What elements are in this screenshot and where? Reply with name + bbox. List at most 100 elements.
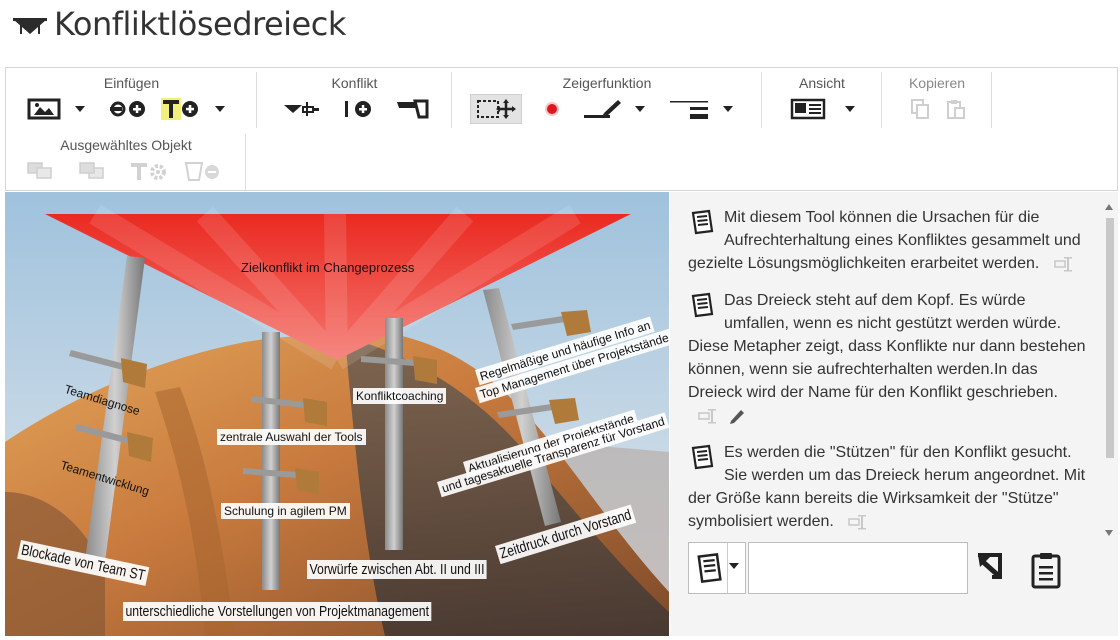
saw-button[interactable] <box>393 94 433 124</box>
group-label: Ausgewähltes Objekt <box>60 137 192 153</box>
chevron-down-icon <box>75 106 85 112</box>
insert-support-icon <box>110 101 145 117</box>
info-panel: Mit diesem Tool können die Ursachen für … <box>670 192 1118 636</box>
page-title: Konfliktlösedreieck <box>54 5 346 43</box>
split-divider <box>727 543 728 593</box>
group-ansicht: Ansicht <box>762 68 882 130</box>
group-konflikt: Konflikt <box>257 68 452 130</box>
paragraph-text: Das Dreieck steht auf dem Kopf. Es würde… <box>688 292 1086 401</box>
info-paragraph: Mit diesem Tool können die Ursachen für … <box>688 206 1086 275</box>
red-dot-icon <box>545 102 559 116</box>
support-post[interactable] <box>385 318 403 550</box>
insert-entry-button[interactable] <box>972 548 1016 592</box>
group-einfuegen: Einfügen <box>6 68 257 130</box>
saw-label[interactable]: zentrale Auswahl der Tools <box>217 429 366 445</box>
send-back-icon <box>79 162 104 179</box>
return-arrow-icon <box>978 553 1002 579</box>
insert-image-icon <box>27 98 61 120</box>
line-width-button[interactable] <box>666 94 712 124</box>
title-bar: Konfliktlösedreieck <box>0 0 1120 62</box>
view-card-icon <box>790 98 826 120</box>
saw-label[interactable]: Schulung in agilem PM <box>221 503 350 519</box>
info-paragraph: Das Dreieck steht auf dem Kopf. Es würde… <box>688 289 1086 427</box>
group-divider <box>245 134 246 190</box>
paste-icon <box>947 100 965 119</box>
add-support-icon <box>345 101 371 117</box>
pen-button[interactable] <box>580 94 624 124</box>
group-label: Konflikt <box>331 75 378 91</box>
new-entry-input[interactable] <box>748 542 968 594</box>
send-back-button[interactable] <box>76 156 110 186</box>
delete-icon <box>184 162 219 181</box>
insert-text-button[interactable] <box>160 94 200 124</box>
add-support-button[interactable] <box>341 94 377 124</box>
group-label: Zeigerfunktion <box>562 75 652 91</box>
bring-front-button[interactable] <box>24 156 58 186</box>
info-text-area: Mit diesem Tool können die Ursachen für … <box>670 192 1100 538</box>
scroll-up-icon[interactable] <box>1105 204 1113 210</box>
note-icon <box>691 292 714 318</box>
scroll-thumb[interactable] <box>1106 218 1114 458</box>
note-icon <box>691 209 714 235</box>
group-label: Kopieren <box>908 75 966 91</box>
text-settings-button[interactable] <box>128 156 168 186</box>
drawing-canvas[interactable]: Zielkonflikt im Changeprozess Teamdiagno… <box>5 192 669 636</box>
group-kopieren: Kopieren <box>882 68 992 130</box>
text-insert-icon[interactable] <box>848 513 870 531</box>
chevron-down-icon <box>845 106 855 112</box>
saw-label[interactable]: Konfliktcoaching <box>353 388 447 404</box>
note-icon <box>697 553 722 583</box>
ribbon-toolbar: Einfügen Konflikt Zeigerfunktion Ansicht… <box>5 67 1118 191</box>
insert-image-dropdown[interactable] <box>72 96 88 122</box>
delete-button[interactable] <box>182 156 222 186</box>
laser-pointer-button[interactable] <box>538 94 566 124</box>
group-zeigerfunktion: Zeigerfunktion <box>452 68 762 130</box>
select-move-button[interactable] <box>470 94 522 124</box>
select-move-icon <box>477 99 516 119</box>
info-paragraph: Es werden die "Stützen" für den Konflikt… <box>688 441 1086 533</box>
view-dropdown[interactable] <box>842 96 858 122</box>
text-insert-icon[interactable] <box>698 407 720 425</box>
line-width-dropdown[interactable] <box>720 96 736 122</box>
pen-icon <box>584 100 621 118</box>
support-label[interactable]: Vorwürfe zwischen Abt. II und III <box>307 560 487 579</box>
insert-image-button[interactable] <box>24 94 64 124</box>
copy-icon <box>911 99 929 119</box>
clipboard-icon <box>1031 553 1061 589</box>
chevron-down-icon[interactable] <box>729 563 739 569</box>
paste-button[interactable] <box>944 94 968 124</box>
insert-text-dropdown[interactable] <box>212 96 228 122</box>
pencil-icon[interactable] <box>728 407 746 425</box>
dark-triangle-icon <box>13 18 47 34</box>
clipboard-button[interactable] <box>1024 548 1068 592</box>
support-label[interactable]: unterschiedliche Vorstellungen von Proje… <box>123 602 432 621</box>
group-divider <box>991 72 992 128</box>
group-label: Ansicht <box>799 75 845 91</box>
conflict-arrow-button[interactable] <box>281 94 321 124</box>
text-insert-icon[interactable] <box>1054 255 1076 273</box>
insert-support-button[interactable] <box>106 94 150 124</box>
info-scrollbar[interactable] <box>1104 204 1114 536</box>
new-entry-row <box>688 542 1088 596</box>
bring-front-icon <box>27 162 52 179</box>
entry-type-selector[interactable] <box>688 542 746 594</box>
saw-icon <box>397 99 429 119</box>
group-ausgewaehltes-objekt: Ausgewähltes Objekt <box>6 130 246 192</box>
conflict-arrow-icon <box>284 102 319 116</box>
support-post[interactable] <box>262 332 280 590</box>
copy-button[interactable] <box>908 94 932 124</box>
chevron-down-icon <box>215 106 225 112</box>
scroll-down-icon[interactable] <box>1105 530 1113 536</box>
chevron-down-icon <box>723 106 733 112</box>
insert-text-icon <box>161 98 198 120</box>
chevron-down-icon <box>635 106 645 112</box>
pen-dropdown[interactable] <box>632 96 648 122</box>
line-width-icon <box>670 101 708 119</box>
note-icon <box>691 444 714 470</box>
group-label: Einfügen <box>103 75 160 91</box>
paragraph-text: Es werden die "Stützen" für den Konflikt… <box>688 444 1086 530</box>
paragraph-text: Mit diesem Tool können die Ursachen für … <box>688 209 1081 272</box>
triangle-label[interactable]: Zielkonflikt im Changeprozess <box>241 260 414 275</box>
view-card-button[interactable] <box>788 94 828 124</box>
text-settings-icon <box>131 163 166 180</box>
